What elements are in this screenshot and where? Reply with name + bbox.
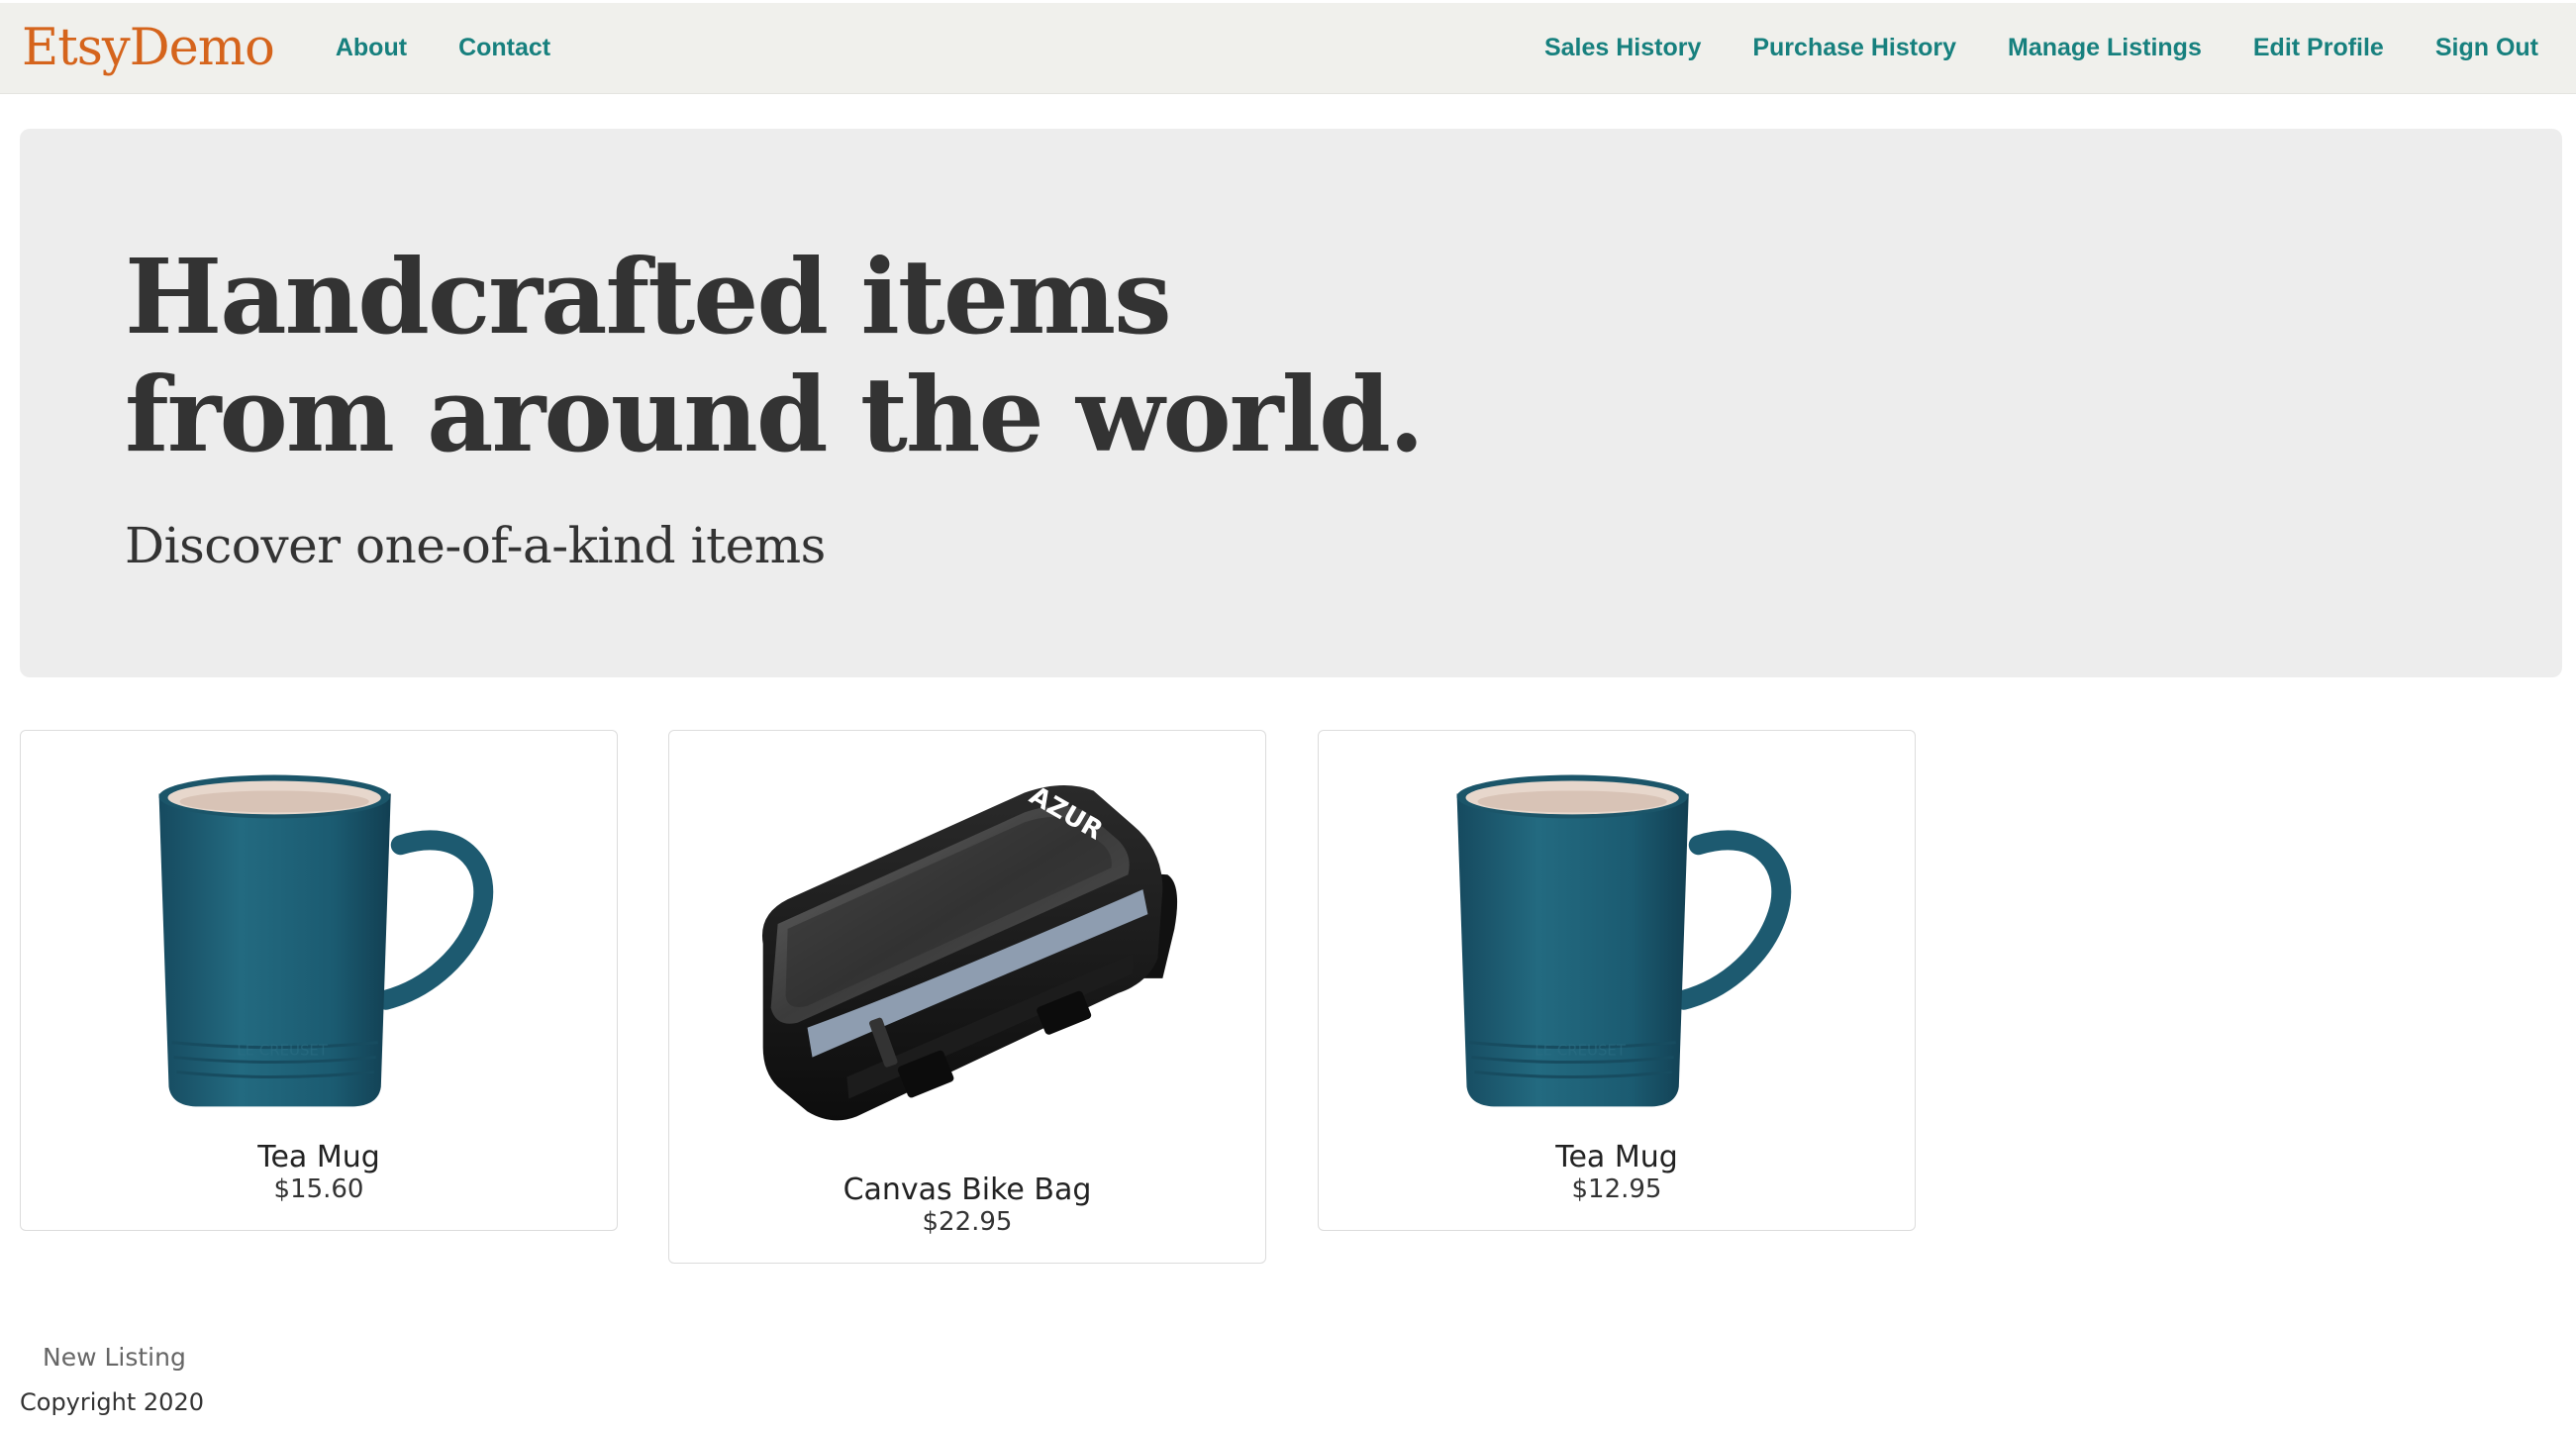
nav-contact-link[interactable]: Contact xyxy=(433,34,576,62)
copyright-text: Copyright 2020 xyxy=(20,1388,204,1416)
nav-sales-history-link[interactable]: Sales History xyxy=(1519,34,1727,62)
nav-purchase-history-link[interactable]: Purchase History xyxy=(1727,34,1982,62)
hero-title: Handcrafted items from around the world. xyxy=(125,236,1425,475)
listing-card[interactable]: LE CREUSET Tea Mug $15.60 xyxy=(20,730,618,1231)
listing-price: $15.60 xyxy=(273,1174,364,1204)
tea-mug-image: LE CREUSET xyxy=(158,774,494,1107)
hero-subtitle: Discover one-of-a-kind items xyxy=(125,517,826,574)
hero-banner: Handcrafted items from around the world.… xyxy=(20,129,2562,677)
brand-logo[interactable]: EtsyDemo xyxy=(22,19,275,77)
nav-sign-out-link[interactable]: Sign Out xyxy=(2410,34,2538,62)
bike-bag-image: AZUR xyxy=(761,781,1178,1121)
tea-mug-image: LE CREUSET xyxy=(1456,774,1792,1107)
listing-price: $22.95 xyxy=(922,1207,1013,1237)
listing-price: $12.95 xyxy=(1571,1174,1662,1204)
listing-card[interactable]: AZUR Canvas Bike Bag $22.95 xyxy=(668,730,1266,1264)
nav-right: Sales History Purchase History Manage Li… xyxy=(1519,34,2538,62)
listing-card[interactable]: LE CREUSET Tea Mug $12.95 xyxy=(1318,730,1916,1231)
listing-title[interactable]: Tea Mug xyxy=(1319,1140,1915,1174)
nav-edit-profile-link[interactable]: Edit Profile xyxy=(2228,34,2410,62)
new-listing-link[interactable]: New Listing xyxy=(43,1343,186,1372)
nav-about-link[interactable]: About xyxy=(310,34,433,62)
nav-manage-listings-link[interactable]: Manage Listings xyxy=(1982,34,2228,62)
navbar: EtsyDemo About Contact Sales History Pur… xyxy=(0,3,2576,94)
nav-left: About Contact xyxy=(310,34,576,62)
listing-title[interactable]: Canvas Bike Bag xyxy=(669,1173,1265,1207)
svg-text:LE CREUSET: LE CREUSET xyxy=(237,1042,329,1060)
svg-text:LE CREUSET: LE CREUSET xyxy=(1535,1042,1627,1060)
listing-title[interactable]: Tea Mug xyxy=(21,1140,617,1174)
